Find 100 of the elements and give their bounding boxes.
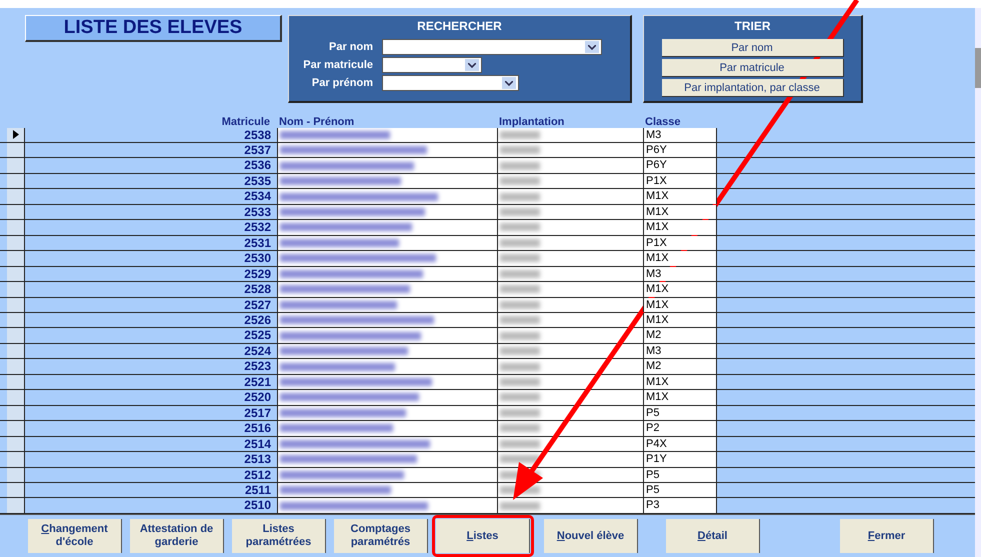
table-cell: P1Y — [643, 452, 717, 467]
table-cell: P5 — [643, 482, 717, 498]
blurred-text — [500, 208, 540, 216]
row-selector[interactable] — [7, 189, 25, 204]
column-header: Implantation — [499, 116, 564, 128]
row-selector[interactable] — [7, 406, 25, 420]
blurred-text — [500, 332, 540, 340]
table-cell: M2 — [643, 359, 717, 374]
row-selector[interactable] — [7, 374, 25, 390]
action-button[interactable]: Détail — [666, 519, 760, 553]
dropdown-field[interactable] — [382, 57, 482, 73]
row-selector[interactable] — [7, 282, 25, 297]
sort-button[interactable]: Par implantation, par classe — [662, 79, 844, 97]
blurred-text — [500, 378, 540, 386]
action-button[interactable]: Nouvel élève — [544, 519, 638, 553]
table-cell: M3 — [643, 344, 717, 358]
blurred-text — [500, 300, 540, 309]
row-selector[interactable] — [7, 204, 25, 220]
blurred-text — [500, 424, 540, 432]
table-cell: P6Y — [643, 158, 717, 173]
panel-title: RECHERCHER — [417, 19, 502, 33]
row-selector[interactable] — [7, 236, 25, 250]
row-selector[interactable] — [7, 251, 25, 266]
table-cell: P3 — [643, 498, 717, 513]
field-label: Par matricule — [302, 59, 374, 71]
table-cell: M3 — [643, 128, 717, 142]
row-selector[interactable] — [7, 390, 25, 405]
row-selector[interactable] — [7, 436, 25, 452]
action-button[interactable]: Comptages paramétrés — [334, 519, 428, 553]
row-selector[interactable] — [7, 220, 25, 235]
row-selector[interactable] — [7, 158, 25, 173]
dropdown-field[interactable] — [382, 39, 602, 55]
action-button[interactable]: Listes paramétrées — [232, 519, 326, 553]
row-selector[interactable] — [7, 143, 25, 158]
blurred-text — [500, 285, 540, 294]
current-row-icon — [12, 130, 18, 140]
table-cell: M1X — [643, 204, 717, 220]
caret-icon[interactable] — [585, 41, 599, 53]
table-cell: M1X — [643, 298, 717, 312]
blurred-text — [500, 238, 540, 247]
caret-icon[interactable] — [465, 59, 479, 71]
table-cell: M3 — [643, 266, 717, 282]
action-button[interactable]: Changement d'école — [28, 519, 122, 553]
sort-button[interactable]: Par matricule — [662, 59, 844, 77]
table-cell: M1X — [643, 220, 717, 235]
action-button[interactable]: Listes — [436, 519, 530, 553]
table-cell: M1X — [643, 374, 717, 390]
table-cell: M1X — [643, 390, 717, 405]
row-selector[interactable] — [7, 266, 25, 282]
row-selector[interactable] — [7, 128, 25, 142]
row-selector[interactable] — [7, 421, 25, 436]
row-selector[interactable] — [7, 452, 25, 467]
sort-button[interactable]: Par nom — [662, 39, 844, 57]
column-header: Nom - Prénom — [279, 116, 354, 128]
blurred-text — [500, 130, 540, 139]
blurred-text — [500, 408, 540, 417]
blurred-text — [500, 440, 540, 448]
caret-icon[interactable] — [502, 77, 516, 89]
action-button[interactable]: Attestation de garderie — [130, 519, 224, 553]
row-selector[interactable] — [7, 468, 25, 482]
row-selector[interactable] — [7, 328, 25, 343]
page-title: LISTE DES ELEVES — [25, 15, 282, 42]
blurred-text — [500, 393, 540, 402]
row-selector[interactable] — [7, 298, 25, 312]
table-cell: P6Y — [643, 143, 717, 158]
blurred-text — [500, 347, 540, 356]
table-cell: P1X — [643, 236, 717, 250]
blurred-text — [500, 270, 540, 278]
action-button[interactable]: Fermer — [840, 519, 934, 553]
table-cell: P2 — [643, 421, 717, 436]
blurred-text — [500, 316, 540, 324]
row-selector[interactable] — [7, 344, 25, 358]
table-cell: P1X — [643, 174, 717, 188]
blurred-text — [500, 192, 540, 201]
dropdown-field[interactable] — [382, 75, 519, 91]
field-label: Par nom — [328, 41, 374, 53]
table-cell: P5 — [643, 406, 717, 420]
table-cell: M2 — [643, 328, 717, 343]
row-selector[interactable] — [7, 174, 25, 188]
row-selector[interactable] — [7, 312, 25, 328]
row-selector[interactable] — [7, 498, 25, 513]
blurred-text — [500, 502, 540, 510]
table-cell: M1X — [643, 282, 717, 297]
blurred-text — [500, 455, 540, 464]
field-label: Par prénom — [310, 77, 374, 89]
column-header: Matricule — [222, 116, 270, 128]
table-cell: M1X — [643, 312, 717, 328]
blurred-text — [500, 223, 540, 232]
blurred-text — [500, 162, 540, 170]
row-selector[interactable] — [7, 482, 25, 498]
blurred-text — [500, 362, 540, 371]
column-header: Classe — [645, 116, 680, 128]
table-cell: P5 — [643, 468, 717, 482]
blurred-text — [500, 254, 540, 262]
row-selector[interactable] — [7, 359, 25, 374]
table-cell: P4X — [643, 436, 717, 452]
blurred-text — [500, 146, 540, 154]
panel-title: TRIER — [734, 19, 770, 33]
table-cell: M1X — [643, 251, 717, 266]
table-cell: M1X — [643, 189, 717, 204]
